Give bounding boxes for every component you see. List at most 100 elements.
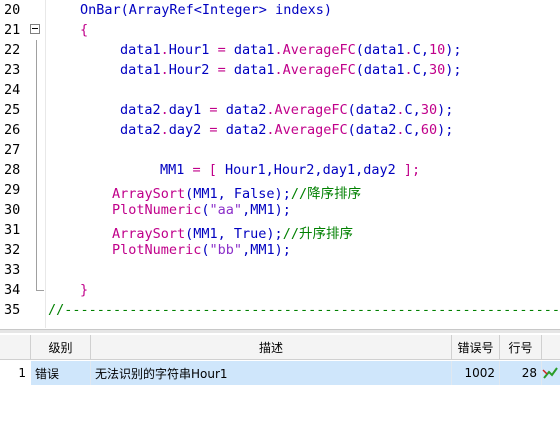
code-line[interactable]: 26 data2.day2 = data2.AverageFC(data2.C,6…: [0, 120, 560, 140]
code-token: data2: [225, 102, 267, 118]
code-line[interactable]: 28 MM1 = [ Hour1,Hour2,day1,day2 ];: [0, 160, 560, 180]
code-token: day2: [168, 122, 210, 138]
code-token: Hour1,Hour2,day1,day2: [225, 162, 404, 178]
cell-description: 无法识别的字符串Hour1: [91, 361, 452, 385]
code-token: Hour1: [168, 42, 218, 58]
code-token: data2: [120, 122, 161, 138]
code-token: C,: [412, 62, 429, 78]
code-token: AverageFC: [274, 102, 348, 118]
code-token: day1: [168, 102, 210, 118]
code-text: data1.Hour1 = data1.AverageFC(data1.C,10…: [120, 42, 461, 58]
code-token: PlotNumeric: [112, 202, 202, 218]
code-line[interactable]: 30 PlotNumeric("aa",MM1);: [0, 200, 560, 220]
cell-error-code: 1002: [452, 361, 500, 385]
code-token: .: [274, 42, 283, 58]
code-text: PlotNumeric("aa",MM1);: [112, 202, 291, 218]
code-text: {: [80, 22, 88, 38]
code-token: 10: [428, 42, 446, 58]
code-line[interactable]: 21 {: [0, 20, 560, 40]
line-number: 27: [4, 142, 21, 158]
code-token: //--------------------------------------…: [48, 302, 560, 318]
code-token: .: [396, 122, 405, 138]
code-line[interactable]: 24: [0, 80, 560, 100]
code-text: PlotNumeric("bb",MM1);: [112, 242, 291, 258]
code-line[interactable]: 20 OnBar(ArrayRef<Integer> indexs): [0, 0, 560, 20]
code-token: data1: [120, 62, 161, 78]
code-token: (data2: [347, 102, 397, 118]
code-token: = [: [192, 162, 226, 178]
code-line[interactable]: 23 data1.Hour2 = data1.AverageFC(data1.C,…: [0, 60, 560, 80]
code-line[interactable]: 31 ArraySort(MM1, True);//升序排序: [0, 220, 560, 242]
code-token: ,MM1);: [242, 242, 291, 258]
code-text: //--------------------------------------…: [48, 302, 560, 318]
code-token: =: [217, 62, 234, 78]
code-token: =: [209, 122, 226, 138]
code-token: =: [217, 42, 234, 58]
code-token: .: [396, 102, 405, 118]
code-line[interactable]: 33: [0, 260, 560, 280]
code-token: );: [445, 62, 462, 78]
code-token: (data2: [347, 122, 397, 138]
line-number: 29: [4, 182, 21, 198]
header-error-code[interactable]: 错误号: [452, 335, 500, 360]
code-token: }: [80, 282, 89, 298]
code-line[interactable]: 29 ArraySort(MM1, False);//降序排序: [0, 180, 560, 202]
code-line[interactable]: 22 data1.Hour1 = data1.AverageFC(data1.C,…: [0, 40, 560, 60]
code-token: ];: [403, 162, 421, 178]
code-token: .: [160, 42, 169, 58]
code-token: "bb": [209, 242, 243, 258]
code-token: data2: [225, 122, 267, 138]
code-token: data2: [120, 102, 161, 118]
code-token: MM1: [160, 162, 193, 178]
code-token: );: [437, 122, 454, 138]
code-text: MM1 = [ Hour1,Hour2,day1,day2 ];: [160, 162, 420, 178]
code-token: );: [437, 102, 454, 118]
code-token: Hour2: [168, 62, 218, 78]
line-number: 25: [4, 102, 21, 118]
goto-line-icon[interactable]: [542, 361, 560, 385]
code-token: .: [160, 122, 169, 138]
panel-splitter[interactable]: [0, 329, 560, 333]
code-token: .: [160, 62, 169, 78]
code-token: (data1: [355, 62, 405, 78]
code-token: data1: [233, 42, 275, 58]
line-number: 20: [4, 2, 21, 18]
code-token: ,MM1);: [242, 202, 291, 218]
header-level[interactable]: 级别: [31, 335, 91, 360]
code-line[interactable]: 32 PlotNumeric("bb",MM1);: [0, 240, 560, 260]
code-token: .: [274, 62, 283, 78]
code-token: .: [160, 102, 169, 118]
code-token: .: [404, 62, 413, 78]
code-line[interactable]: 35 //------------------------------------…: [0, 300, 560, 320]
code-editor[interactable]: 20 OnBar(ArrayRef<Integer> indexs) 21 { 22 da…: [0, 0, 560, 328]
code-token: 60: [420, 122, 438, 138]
code-line[interactable]: 34}: [0, 280, 560, 300]
code-token: C,: [404, 122, 421, 138]
code-text: data2.day1 = data2.AverageFC(data2.C,30)…: [120, 102, 453, 118]
line-number: 24: [4, 82, 21, 98]
code-token: 30: [420, 102, 438, 118]
code-token: );: [445, 42, 462, 58]
line-number: 32: [4, 242, 21, 258]
code-text: OnBar(ArrayRef<Integer> indexs): [80, 2, 332, 18]
code-token: C,: [412, 42, 429, 58]
line-number: 35: [4, 302, 21, 318]
code-text: ArraySort(MM1, True);//升序排序: [112, 222, 353, 242]
code-line[interactable]: 25 data2.day1 = data2.AverageFC(data2.C,3…: [0, 100, 560, 120]
code-token: AverageFC: [282, 42, 356, 58]
cell-level: 错误: [31, 361, 91, 385]
code-line[interactable]: 27: [0, 140, 560, 160]
line-number: 22: [4, 42, 21, 58]
code-text: data2.day2 = data2.AverageFC(data2.C,60)…: [120, 122, 453, 138]
code-text: }: [80, 282, 88, 298]
code-token: =: [209, 102, 226, 118]
header-description[interactable]: 描述: [91, 335, 452, 360]
code-token: AverageFC: [282, 62, 356, 78]
line-number: 30: [4, 202, 21, 218]
line-number: 28: [4, 162, 21, 178]
line-number: 26: [4, 122, 21, 138]
header-line-number[interactable]: 行号: [500, 335, 542, 360]
code-token: data1: [233, 62, 275, 78]
code-token: (: [201, 202, 210, 218]
line-number: 34: [4, 282, 21, 298]
